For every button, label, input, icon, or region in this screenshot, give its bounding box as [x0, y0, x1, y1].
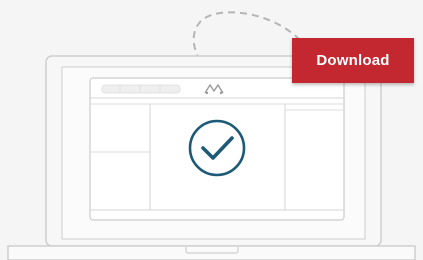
download-illustration: Download — [0, 0, 423, 260]
download-button[interactable]: Download — [292, 38, 414, 83]
laptop-base — [7, 245, 416, 260]
checkmark-circle-icon — [188, 119, 246, 177]
titlebar-placeholder — [101, 84, 181, 94]
